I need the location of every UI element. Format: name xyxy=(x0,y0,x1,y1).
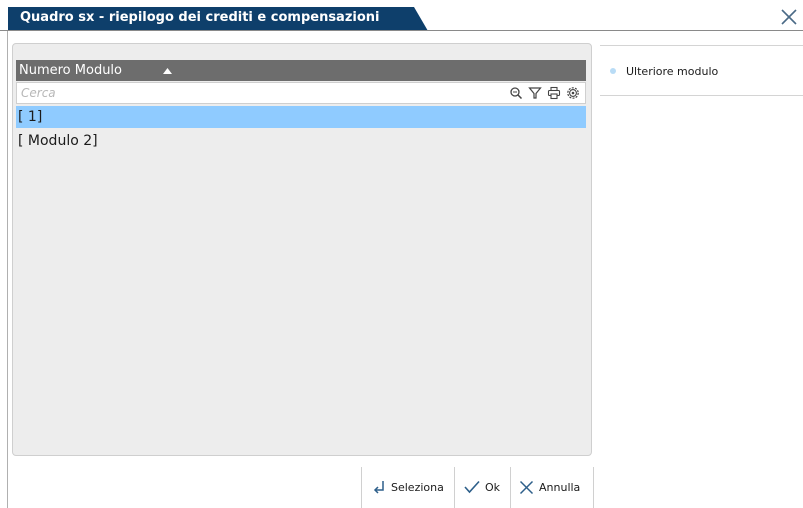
title-bar: Quadro sx - riepilogo dei crediti e comp… xyxy=(0,0,803,32)
annulla-button[interactable]: Annulla xyxy=(519,470,580,506)
window-title: Quadro sx - riepilogo dei crediti e comp… xyxy=(20,10,380,25)
sidebar-bottom-divider xyxy=(600,95,803,96)
sidebar-item-label: Ulteriore modulo xyxy=(626,65,719,78)
ok-label: Ok xyxy=(485,481,501,494)
seleziona-label: Seleziona xyxy=(391,481,444,494)
bullet-icon xyxy=(610,68,616,74)
seleziona-button[interactable]: Seleziona xyxy=(372,470,444,506)
close-icon xyxy=(519,480,534,494)
search-row xyxy=(16,82,586,104)
grid-panel xyxy=(12,43,592,456)
list-item-selected[interactable]: [ 1] xyxy=(16,106,586,128)
footer-divider xyxy=(361,467,362,508)
footer-divider xyxy=(454,467,455,508)
list-item-label: [ Modulo 2] xyxy=(18,133,98,149)
footer-divider xyxy=(510,467,511,508)
footer-divider xyxy=(593,467,594,508)
title-tab: Quadro sx - riepilogo dei crediti e comp… xyxy=(8,7,428,31)
annulla-label: Annulla xyxy=(539,481,581,494)
list-item[interactable]: [ Modulo 2] xyxy=(16,130,586,152)
settings-icon[interactable] xyxy=(566,86,580,100)
search-icon[interactable] xyxy=(509,86,523,100)
column-header-label: Numero Modulo xyxy=(19,63,122,78)
print-icon[interactable] xyxy=(547,86,561,100)
window-left-border xyxy=(7,31,8,508)
sort-ascending-icon[interactable] xyxy=(163,68,172,74)
column-header-numero-modulo[interactable]: Numero Modulo xyxy=(16,60,586,81)
search-input[interactable] xyxy=(17,83,505,103)
list-item-label: [ 1] xyxy=(18,109,43,125)
sidebar-top-divider xyxy=(600,45,803,46)
close-button[interactable] xyxy=(779,7,799,27)
ok-button[interactable]: Ok xyxy=(464,470,500,506)
title-divider xyxy=(0,30,803,31)
filter-icon[interactable] xyxy=(528,86,542,100)
sidebar-item-ulteriore-modulo[interactable]: Ulteriore modulo xyxy=(610,63,718,81)
checkmark-icon xyxy=(464,480,480,494)
enter-arrow-icon xyxy=(373,481,384,494)
close-icon xyxy=(781,9,797,25)
